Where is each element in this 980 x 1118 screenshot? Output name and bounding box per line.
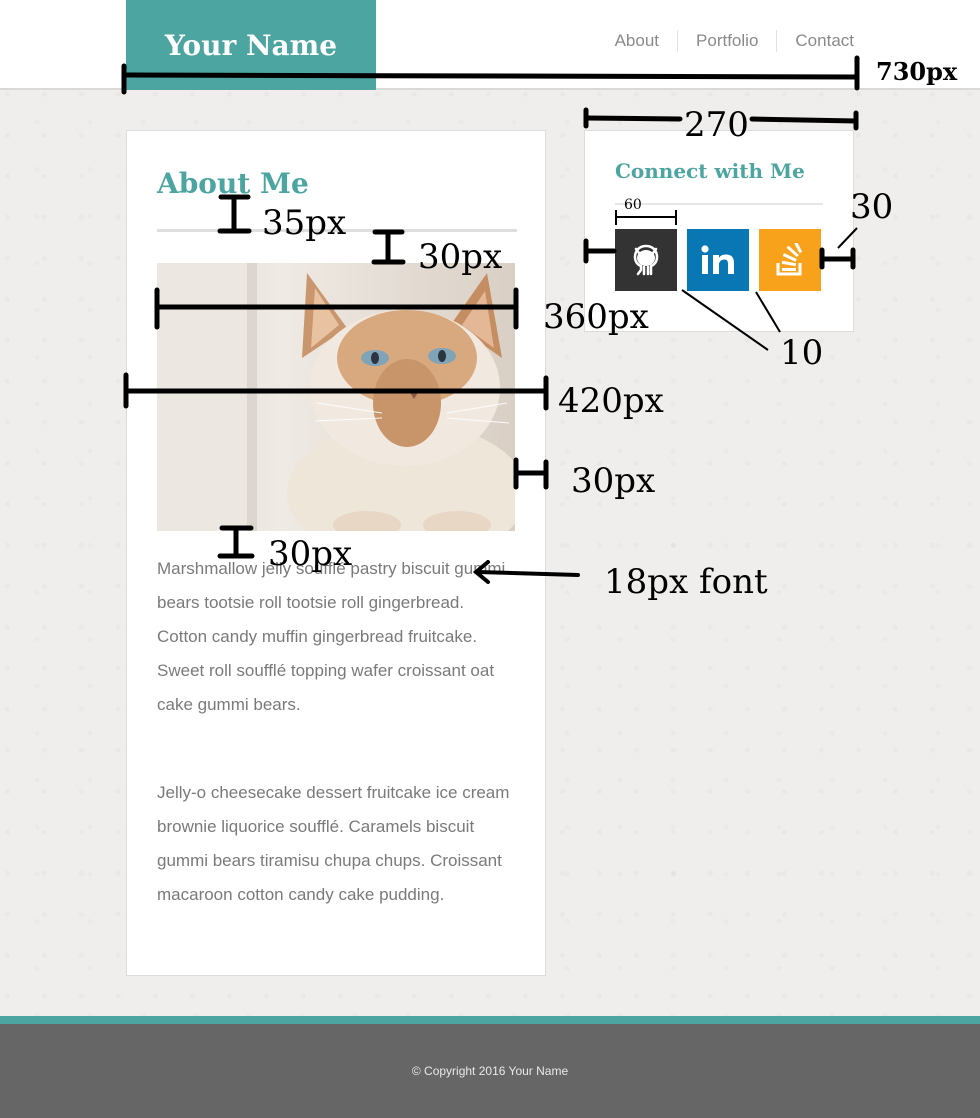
annotation-10: 10 [780,333,824,373]
annotation-270: 270 [684,105,749,145]
annotation-18px-font: 18px font [604,562,768,602]
annotation-360px: 360px [543,297,649,337]
measurement-overlay [121,55,860,584]
annotation-30px-text: 30px [268,534,353,574]
annotation-35px: 35px [262,203,347,243]
annotation-30-right: 30 [850,187,894,227]
annotation-30px-rule: 30px [418,237,503,277]
annotation-60: 60 [624,197,642,213]
annotation-30px-pad: 30px [571,461,656,501]
annotation-730: 730px [876,57,958,86]
annotation-420px: 420px [558,381,664,421]
